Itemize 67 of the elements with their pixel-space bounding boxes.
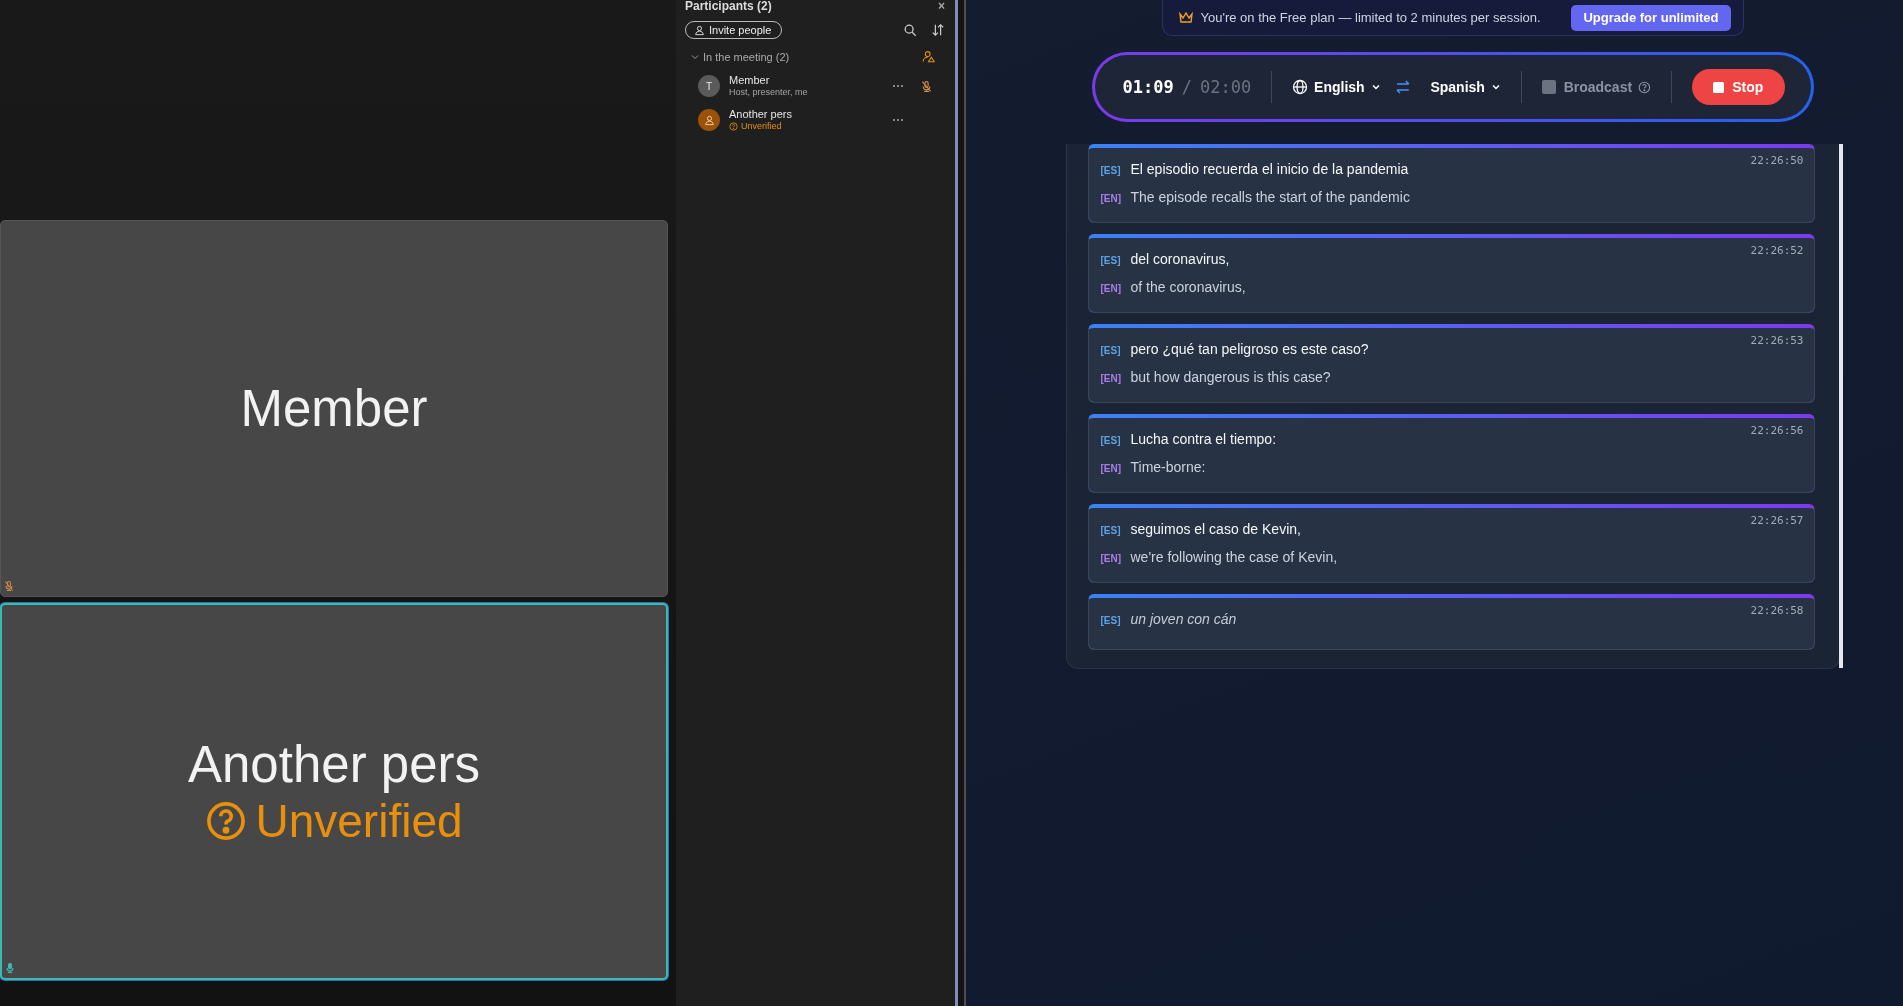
caption-text: un joven con cán (1130, 611, 1237, 627)
timestamp: 22:26:50 (1750, 154, 1804, 167)
stop-icon (1713, 81, 1725, 93)
time-limit: 02:00 (1199, 77, 1252, 97)
source-language-dropdown[interactable]: English (1292, 79, 1381, 95)
stop-button[interactable]: Stop (1691, 69, 1785, 105)
participant-status: Unverified (741, 120, 782, 132)
timestamp: 22:26:57 (1750, 514, 1804, 527)
timestamp: 22:26:53 (1750, 334, 1804, 347)
person-icon (703, 114, 715, 126)
language-tag: [EN] (1100, 193, 1121, 204)
caption-text: we're following the case of Kevin, (1130, 549, 1338, 565)
help-icon (205, 800, 248, 842)
language-tag: [EN] (1100, 283, 1121, 294)
participant-name: Member (729, 74, 771, 86)
scrollbar[interactable] (1838, 144, 1843, 668)
time-separator: / (1181, 77, 1192, 97)
language-tag: [ES] (1100, 165, 1121, 176)
timestamp: 22:26:52 (1750, 244, 1804, 257)
timestamp: 22:26:56 (1750, 424, 1804, 437)
caption-text: of the coronavirus, (1130, 279, 1246, 295)
language-tag: [EN] (1100, 373, 1121, 384)
caption-text: El episodio recuerda el inicio de la pandemia (1130, 161, 1409, 177)
participant-name: Another pers (729, 108, 792, 120)
caption-text: The episode recalls the start of the pandemic (1130, 189, 1410, 205)
caption-text: Lucha contra el tiempo: (1130, 431, 1277, 447)
tile-status: Unverified (255, 794, 463, 848)
caret-icon (1370, 82, 1381, 92)
swap-icon[interactable] (1394, 79, 1411, 95)
language-tag: [EN] (1100, 553, 1121, 564)
person-warning-icon[interactable] (922, 50, 935, 63)
language-tag: [ES] (1100, 345, 1121, 356)
upgrade-button[interactable]: Upgrade for unlimited (1571, 4, 1731, 31)
target-language-dropdown[interactable]: Spanish (1430, 79, 1501, 95)
language-tag: [ES] (1100, 435, 1121, 446)
avatar: T (698, 75, 720, 97)
sort-icon[interactable] (931, 23, 945, 37)
help-icon (1638, 80, 1651, 94)
caption-text: seguimos el caso de Kevin, (1130, 521, 1301, 537)
caption-text: but how dangerous is this case? (1130, 369, 1331, 385)
globe-icon (1292, 79, 1309, 95)
caret-icon (1490, 82, 1501, 92)
panel-title: Participants (2) (685, 0, 772, 13)
plan-message: You're on the Free plan — limited to 2 minutes per session. (1200, 10, 1541, 25)
caption-text: pero ¿qué tan peligroso es este caso? (1130, 341, 1369, 357)
elapsed-time: 01:09 (1122, 77, 1174, 97)
more-icon[interactable] (890, 84, 906, 88)
language-tag: [EN] (1100, 463, 1121, 474)
search-icon[interactable] (903, 23, 917, 37)
language-tag: [ES] (1100, 525, 1121, 536)
help-icon (729, 121, 738, 131)
close-icon[interactable]: × (938, 0, 945, 13)
tile-name: Another pers (188, 735, 480, 794)
broadcast-label: Broadcast (1563, 79, 1633, 95)
language-tag: [ES] (1100, 615, 1121, 626)
broadcast-checkbox[interactable] (1541, 80, 1556, 94)
participant-role: Host, presenter, me (729, 86, 808, 98)
chevron-icon[interactable] (691, 52, 699, 61)
more-icon[interactable] (890, 118, 906, 122)
person-icon (694, 24, 705, 36)
section-label: In the meeting (2) (703, 50, 790, 63)
language-tag: [ES] (1100, 255, 1121, 266)
caption-text: Time-borne: (1130, 459, 1206, 475)
caption-text: del coronavirus, (1130, 251, 1230, 267)
tile-name: Member (240, 379, 428, 438)
timestamp: 22:26:58 (1750, 604, 1804, 617)
crown-icon (1178, 11, 1193, 24)
